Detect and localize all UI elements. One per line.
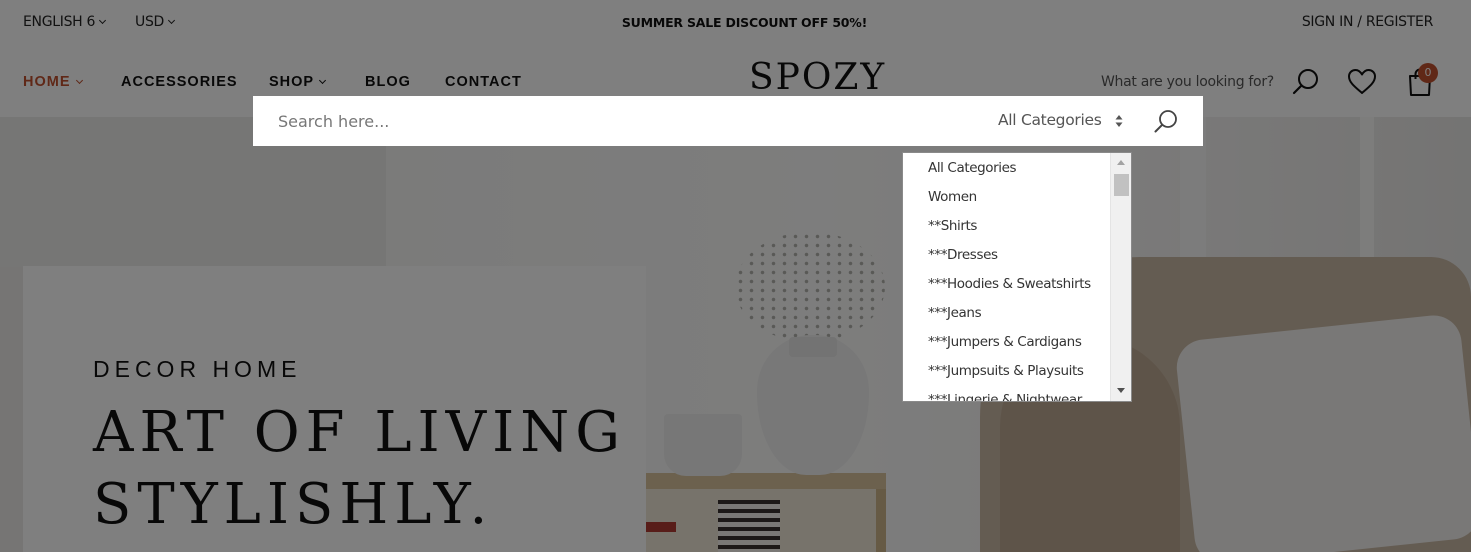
- select-arrows-icon: [1115, 115, 1123, 127]
- scroll-down-arrow-icon[interactable]: [1117, 388, 1125, 393]
- category-option[interactable]: ***Jumpsuits & Playsuits: [903, 356, 1111, 385]
- category-option[interactable]: All Categories: [903, 153, 1111, 182]
- dropdown-scrollbar[interactable]: [1110, 153, 1131, 401]
- category-option[interactable]: ***Jumpers & Cardigans: [903, 327, 1111, 356]
- search-icon: [1154, 110, 1177, 133]
- search-overlay-backdrop[interactable]: [0, 0, 1471, 552]
- search-input[interactable]: [253, 96, 973, 146]
- scroll-up-arrow-icon[interactable]: [1117, 160, 1125, 165]
- category-option[interactable]: ***Dresses: [903, 240, 1111, 269]
- scrollbar-thumb[interactable]: [1114, 174, 1129, 196]
- category-option[interactable]: ***Jeans: [903, 298, 1111, 327]
- category-option[interactable]: ***Hoodies & Sweatshirts: [903, 269, 1111, 298]
- category-option[interactable]: Women: [903, 182, 1111, 211]
- search-popup: All Categories: [253, 96, 1203, 146]
- category-option[interactable]: ***Lingerie & Nightwear: [903, 385, 1111, 401]
- category-dropdown-list[interactable]: All Categories Women **Shirts ***Dresses ***…: [902, 152, 1132, 402]
- search-submit-button[interactable]: [1151, 107, 1181, 137]
- category-select-value: All Categories: [998, 111, 1102, 129]
- category-options: All Categories Women **Shirts ***Dresses ***…: [903, 153, 1111, 401]
- category-option[interactable]: **Shirts: [903, 211, 1111, 240]
- category-select[interactable]: All Categories: [988, 96, 1138, 146]
